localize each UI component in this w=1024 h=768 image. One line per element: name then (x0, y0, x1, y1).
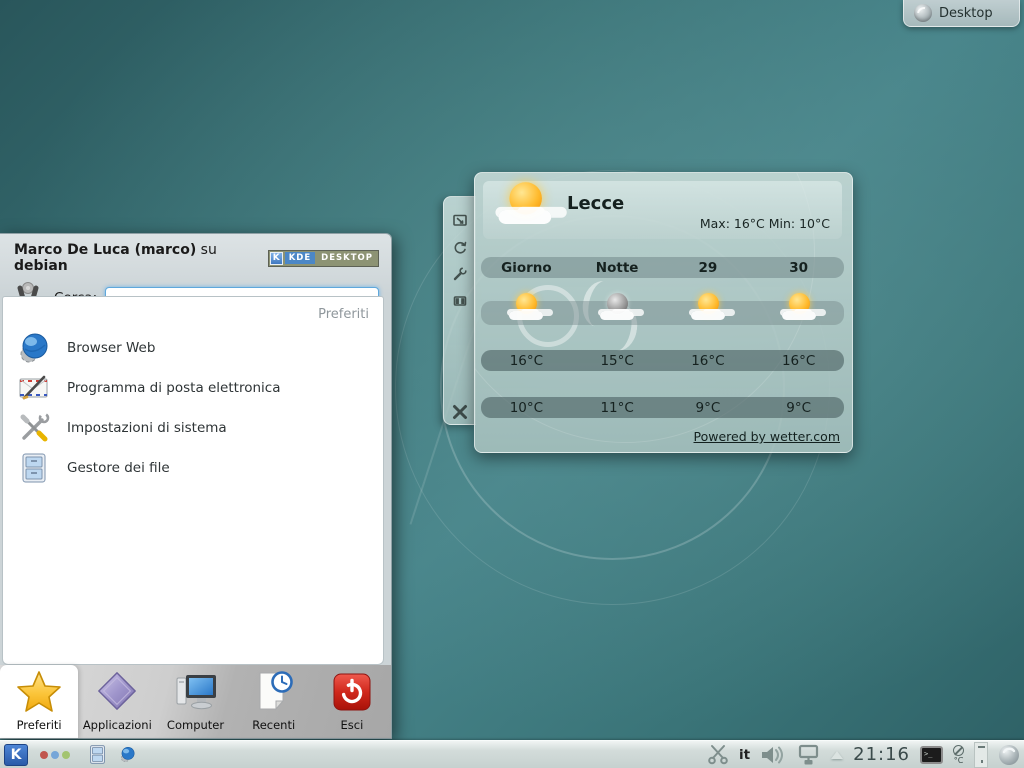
weather-col-label: 29 (663, 260, 754, 276)
kde-mini-logo-icon: K (270, 252, 283, 265)
favorite-item-label: Impostazioni di sistema (67, 420, 227, 436)
weather-city: Lecce (567, 193, 624, 214)
applications-diamond-icon (95, 670, 139, 716)
favorite-item-filemanager[interactable]: Gestore dei file (17, 448, 369, 488)
tab-label: Preferiti (17, 718, 62, 732)
desktop-toolbox[interactable]: Desktop (903, 0, 1020, 27)
no-data-circle-icon (953, 745, 964, 756)
weather-header: Lecce Max: 16°C Min: 10°C (483, 181, 842, 239)
clipboard-scissors-icon[interactable] (707, 744, 729, 765)
keyboard-layout-indicator[interactable]: it (739, 747, 750, 763)
network-monitor-icon[interactable] (796, 744, 821, 766)
kickoff-list: Preferiti Browser Web (2, 296, 384, 665)
pager-dots[interactable] (40, 751, 70, 759)
favorite-item-mail[interactable]: Programma di posta elettronica (17, 368, 369, 408)
system-tray: it 21:16 >_ °C (707, 742, 1020, 768)
night-temp: 9°C (753, 400, 844, 416)
day-temp: 16°C (753, 353, 844, 369)
weather-provider-link[interactable]: Powered by wetter.com (694, 429, 841, 444)
browser-launcher[interactable] (116, 744, 138, 766)
computer-icon (173, 670, 219, 716)
terminal-icon[interactable]: >_ (920, 746, 943, 764)
tab-applicazioni[interactable]: Applicazioni (78, 665, 156, 738)
panel-cashew-icon[interactable] (998, 744, 1020, 766)
night-temp: 10°C (481, 400, 572, 416)
web-browser-icon (17, 331, 51, 365)
forecast-icon-day (508, 291, 544, 323)
weather-day-temps: 16°C 15°C 16°C 16°C (481, 350, 844, 371)
star-icon (17, 670, 61, 716)
favorite-item-label: Browser Web (67, 340, 155, 356)
title-separator: su (196, 242, 217, 258)
night-temp: 11°C (572, 400, 663, 416)
applet-handle (443, 196, 476, 425)
badge-desktop-label: DESKTOP (317, 252, 377, 264)
favorite-item-label: Programma di posta elettronica (67, 380, 280, 396)
user-name: Marco De Luca (marco) (14, 242, 196, 258)
weather-widget: Lecce Max: 16°C Min: 10°C Giorno Notte 2… (474, 172, 853, 453)
night-temp: 9°C (663, 400, 754, 416)
tab-label: Esci (341, 718, 364, 732)
tab-label: Recenti (252, 718, 295, 732)
weather-col-label: Notte (572, 260, 663, 276)
kickoff-titlebar: Marco De Luca (marco) su debian K KDE DE… (0, 234, 391, 276)
day-temp: 15°C (572, 353, 663, 369)
pager-dot-green (62, 751, 70, 759)
volume-icon[interactable] (760, 745, 786, 765)
favorite-item-systemsettings[interactable]: Impostazioni di sistema (17, 408, 369, 448)
kde-menu-button[interactable]: K (4, 744, 28, 766)
favorite-item-label: Gestore dei file (67, 460, 170, 476)
favorites-section-header: Preferiti (17, 307, 369, 322)
day-temp: 16°C (663, 353, 754, 369)
tab-recenti[interactable]: Recenti (235, 665, 313, 738)
tab-esci[interactable]: Esci (313, 665, 391, 738)
day-temp: 16°C (481, 353, 572, 369)
kde-desktop-badge: K KDE DESKTOP (268, 250, 379, 267)
weather-col-label: Giorno (481, 260, 572, 276)
filemanager-launcher[interactable] (86, 744, 108, 766)
desktop-toolbox-label: Desktop (939, 6, 993, 21)
weather-forecast-icons (481, 301, 844, 325)
pager-dot-blue (51, 751, 59, 759)
system-settings-icon (17, 411, 51, 445)
weather-night-temps: 10°C 11°C 9°C 9°C (481, 397, 844, 418)
applet-configure-icon[interactable] (451, 265, 469, 283)
weather-tray-unit: °C (954, 756, 964, 765)
forecast-icon-29 (690, 291, 726, 323)
tray-expander-arrow[interactable] (831, 751, 843, 759)
badge-kde-label: KDE (285, 252, 315, 264)
weather-column-headers: Giorno Notte 29 30 (481, 257, 844, 278)
applet-close-icon[interactable] (451, 403, 469, 421)
digital-clock[interactable]: 21:16 (853, 744, 910, 765)
applet-resize-icon[interactable] (451, 211, 469, 229)
power-logout-icon (332, 672, 372, 716)
kickoff-user-title: Marco De Luca (marco) su debian (14, 242, 268, 274)
weather-current-icon (497, 179, 553, 229)
weather-tray-icon[interactable]: °C (953, 745, 964, 765)
panel-spacer (974, 742, 988, 768)
weather-col-label: 30 (753, 260, 844, 276)
weather-minmax: Max: 16°C Min: 10°C (700, 216, 830, 231)
pager-dot-red (40, 751, 48, 759)
tab-computer[interactable]: Computer (156, 665, 234, 738)
applet-rotate-icon[interactable] (451, 238, 469, 256)
host-name: debian (14, 258, 68, 274)
tab-label: Applicazioni (83, 718, 152, 732)
kickoff-tab-bar: Preferiti Applicazioni (0, 665, 391, 738)
tab-label: Computer (167, 718, 224, 732)
mail-icon (17, 371, 51, 405)
forecast-icon-30 (781, 291, 817, 323)
file-cabinet-icon (17, 451, 51, 485)
favorite-item-browser[interactable]: Browser Web (17, 328, 369, 368)
forecast-icon-night (599, 291, 635, 323)
plasma-cashew-icon (914, 4, 932, 22)
kickoff-menu: Marco De Luca (marco) su debian K KDE DE… (0, 233, 392, 739)
tab-preferiti[interactable]: Preferiti (0, 665, 78, 738)
recent-documents-icon (253, 670, 295, 716)
applet-settings-icon[interactable] (451, 292, 469, 310)
bottom-panel: K it (0, 740, 1024, 768)
